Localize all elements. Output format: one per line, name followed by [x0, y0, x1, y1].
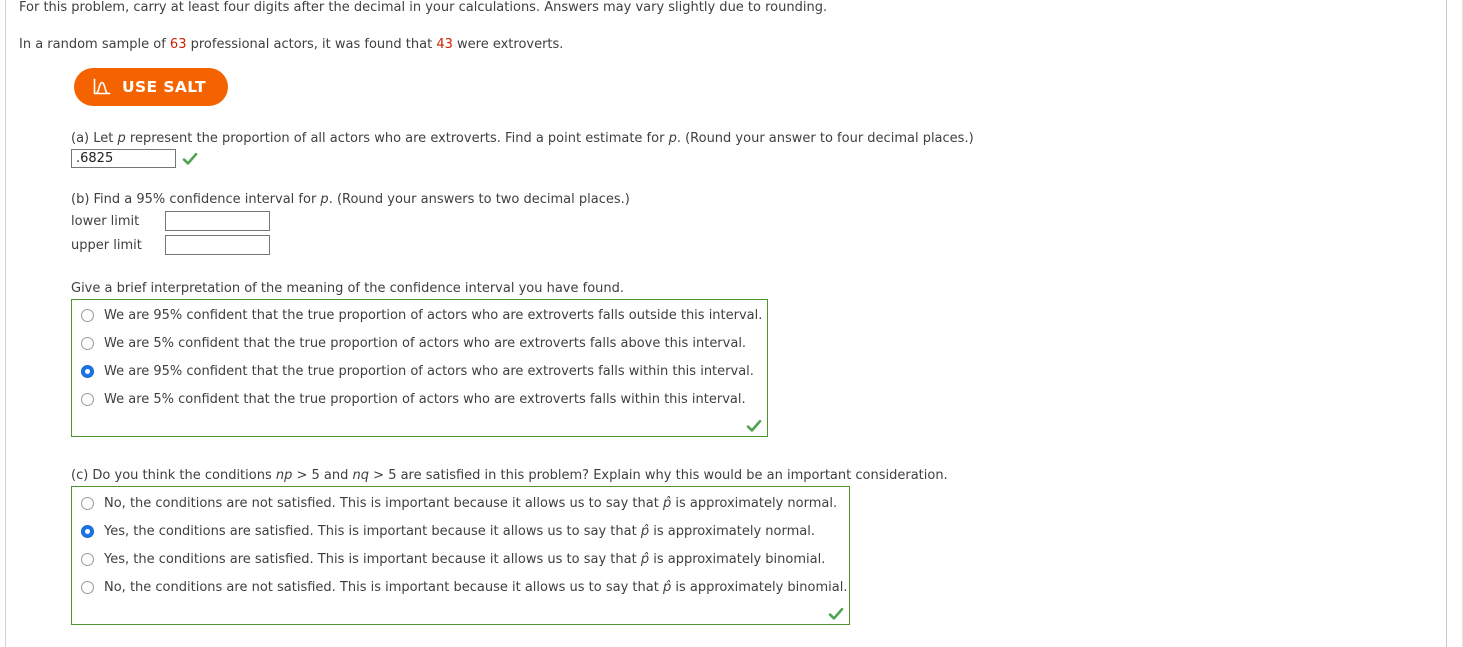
part-a-prompt-1: (a) Let: [71, 131, 118, 146]
interpretation-option-4-label: We are 5% confident that the true propor…: [104, 392, 746, 407]
upper-limit-input[interactable]: [165, 235, 270, 255]
part-c-option-4-pre: No, the conditions are not satisfied. Th…: [104, 580, 663, 595]
part-a-prompt: (a) Let p represent the proportion of al…: [71, 131, 974, 146]
part-a-prompt-2: represent the proportion of all actors w…: [125, 131, 669, 146]
part-c-option-1-post: is approximately normal.: [671, 496, 838, 511]
interpretation-option-4[interactable]: We are 5% confident that the true propor…: [81, 392, 746, 407]
normal-distribution-icon: [92, 77, 112, 97]
part-c-option-2-label: Yes, the conditions are satisfied. This …: [104, 524, 815, 539]
part-c-prompt-2: > 5 and: [292, 468, 353, 483]
part-b-prompt-1: (b) Find a 95% confidence interval for: [71, 192, 321, 207]
part-c-radio-2[interactable]: [81, 525, 94, 538]
lower-limit-input[interactable]: [165, 211, 270, 231]
part-c-answer-box: No, the conditions are not satisfied. Th…: [71, 486, 850, 625]
interpretation-option-1-label: We are 95% confident that the true propo…: [104, 308, 763, 323]
rounding-instructions: For this problem, carry at least four di…: [19, 0, 828, 15]
part-c-option-4-post: is approximately binomial.: [671, 580, 848, 595]
part-a-symbol-p: p: [117, 131, 126, 146]
part-c-option-2[interactable]: Yes, the conditions are satisfied. This …: [81, 524, 815, 539]
part-c-option-3-label: Yes, the conditions are satisfied. This …: [104, 552, 825, 567]
part-b-prompt-2: . (Round your answers to two decimal pla…: [328, 192, 630, 207]
point-estimate-input[interactable]: [71, 149, 176, 168]
part-c-option-1-label: No, the conditions are not satisfied. Th…: [104, 496, 837, 511]
part-c-option-3-symbol: p̂: [640, 552, 650, 567]
part-c-radio-4[interactable]: [81, 581, 94, 594]
interpretation-radio-3[interactable]: [81, 365, 94, 378]
use-salt-label: USE SALT: [122, 78, 206, 96]
part-b-symbol-p: p: [320, 192, 329, 207]
problem-statement: In a random sample of 63 professional ac…: [19, 37, 563, 52]
problem-statement-mid: professional actors, it was found that: [186, 37, 437, 52]
part-c-symbol-np: np: [275, 468, 293, 483]
use-salt-button[interactable]: USE SALT: [74, 68, 228, 106]
part-c-prompt: (c) Do you think the conditions np > 5 a…: [71, 468, 948, 483]
interpretation-option-2[interactable]: We are 5% confident that the true propor…: [81, 336, 746, 351]
interpretation-radio-4[interactable]: [81, 393, 94, 406]
part-c-radio-3[interactable]: [81, 553, 94, 566]
interpretation-radio-2[interactable]: [81, 337, 94, 350]
part-c-option-2-symbol: p̂: [640, 524, 650, 539]
part-a-prompt-3: . (Round your answer to four decimal pla…: [676, 131, 974, 146]
problem-statement-pre: In a random sample of: [19, 37, 170, 52]
part-c-symbol-nq: nq: [352, 468, 370, 483]
sample-size-value: 63: [169, 37, 187, 52]
part-a-correct-check-icon: [182, 151, 198, 167]
part-a-symbol-p2: p: [668, 131, 677, 146]
interpretation-option-3-label: We are 95% confident that the true propo…: [104, 364, 754, 379]
part-c-option-1-symbol: p̂: [662, 496, 672, 511]
success-count-value: 43: [436, 37, 453, 52]
interpretation-correct-check-icon: [746, 418, 762, 434]
part-c-option-1-pre: No, the conditions are not satisfied. Th…: [104, 496, 663, 511]
interpretation-radio-1[interactable]: [81, 309, 94, 322]
interpretation-option-1[interactable]: We are 95% confident that the true propo…: [81, 308, 762, 323]
part-c-option-3-pre: Yes, the conditions are satisfied. This …: [104, 552, 641, 567]
problem-statement-post: were extroverts.: [452, 37, 564, 52]
part-c-option-2-post: is approximately normal.: [649, 524, 815, 539]
part-c-option-4-label: No, the conditions are not satisfied. Th…: [104, 580, 847, 595]
lower-limit-label: lower limit: [71, 214, 140, 229]
part-c-option-4[interactable]: No, the conditions are not satisfied. Th…: [81, 580, 847, 595]
page-left-rule: [5, 0, 6, 647]
part-c-radio-1[interactable]: [81, 497, 94, 510]
part-c-option-1[interactable]: No, the conditions are not satisfied. Th…: [81, 496, 837, 511]
part-c-option-4-symbol: p̂: [662, 580, 672, 595]
part-b-prompt: (b) Find a 95% confidence interval for p…: [71, 192, 630, 207]
interpretation-answer-box: We are 95% confident that the true propo…: [71, 299, 768, 437]
upper-limit-label: upper limit: [71, 238, 142, 253]
interpretation-prompt: Give a brief interpretation of the meani…: [71, 281, 625, 296]
page-right-rule-inner: [1446, 0, 1447, 647]
interpretation-option-3[interactable]: We are 95% confident that the true propo…: [81, 364, 754, 379]
part-c-option-3-post: is approximately binomial.: [649, 552, 826, 567]
part-c-option-3[interactable]: Yes, the conditions are satisfied. This …: [81, 552, 825, 567]
part-c-correct-check-icon: [828, 606, 844, 622]
part-c-option-2-pre: Yes, the conditions are satisfied. This …: [104, 524, 641, 539]
interpretation-option-2-label: We are 5% confident that the true propor…: [104, 336, 747, 351]
part-c-prompt-1: (c) Do you think the conditions: [71, 468, 276, 483]
part-c-prompt-3: > 5 are satisfied in this problem? Expla…: [369, 468, 948, 483]
